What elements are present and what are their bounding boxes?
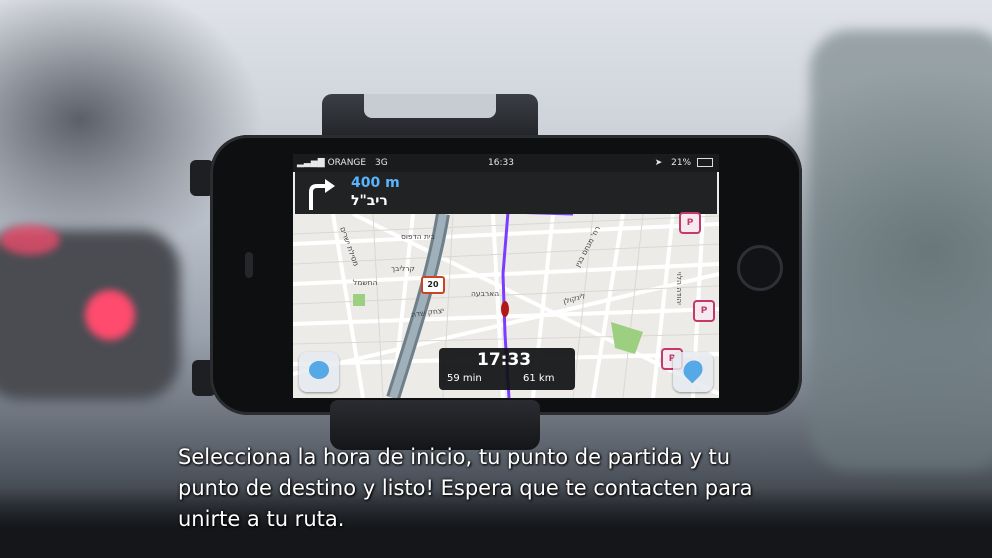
battery-icon [697,158,713,167]
turn-instruction-banner: 400 m ריב"ל [295,172,717,214]
subtitle-line: Selecciona la hora de inicio, tu punto d… [178,445,731,469]
eta-panel[interactable]: 17:33 59 min 61 km [439,348,575,390]
phone-speaker [245,252,253,278]
parking-marker[interactable]: P [679,212,701,234]
carrier-label: ▂▃▅▇ ORANGE 3G [297,158,388,168]
remaining-distance: 61 km [523,373,555,384]
location-pin-icon [679,356,707,384]
search-location-button[interactable] [673,352,713,392]
tail-light-left [85,290,135,340]
turn-street-name: ריב"ל [351,193,388,209]
arrival-time: 17:33 [477,350,532,370]
map-label: בית הדפוס [401,232,435,241]
remaining-duration: 59 min [447,373,482,384]
map-label: החשמל [353,278,378,287]
video-subtitles: Selecciona la hora de inicio, tu punto d… [178,442,878,535]
speech-bubble-icon [309,361,329,379]
subtitle-line: unirte a tu ruta. [178,507,345,531]
map-label: יהודה הלוי [674,272,684,305]
parking-marker[interactable]: P [693,300,715,322]
turn-left-arrow-icon [309,179,335,210]
report-button[interactable] [299,352,339,392]
home-button[interactable] [737,245,783,291]
navigation-app-screen: ▂▃▅▇ ORANGE 3G 16:33 ➤ 21% 400 m ריב"ל ר… [293,154,719,398]
tail-light-left-2 [0,225,60,255]
map-label: קרליבך [391,264,415,273]
battery-indicator: ➤ 21% [655,154,713,172]
subtitle-line: punto de destino y listo! Espera que te … [178,476,753,500]
location-arrow-icon: ➤ [654,158,663,168]
blurred-bus-right [810,30,992,470]
map-label: הארבעה [471,289,500,298]
turn-distance: 400 m [351,175,400,191]
speed-limit-sign: 20 [421,276,445,294]
status-bar: ▂▃▅▇ ORANGE 3G 16:33 ➤ 21% [293,154,719,172]
signal-icon: ▂▃▅▇ [297,158,325,168]
status-time: 16:33 [488,158,514,168]
